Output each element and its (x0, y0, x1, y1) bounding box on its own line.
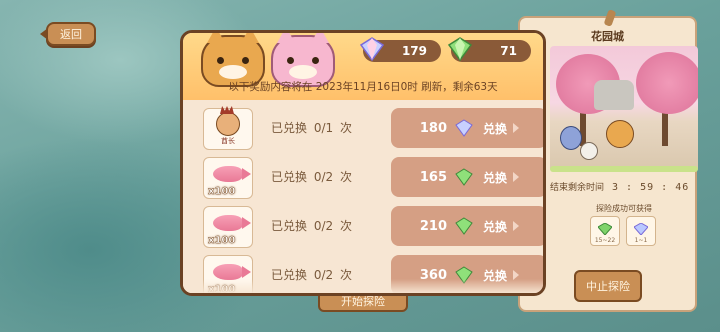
arrow-right-icon (513, 221, 520, 231)
fish-icon (213, 166, 251, 182)
chief-icon (216, 112, 240, 136)
arrow-right-icon (513, 172, 520, 182)
item-slot[interactable]: x100 (203, 206, 253, 248)
reward-slot: 15~22 (590, 216, 620, 246)
exchange-list: 酋长 已兑换 0/1 次 180 兑换 x100 已兑换 0/2 次 165 兑… (183, 100, 543, 293)
arrow-right-icon (513, 123, 520, 133)
redeem-button[interactable]: 165 兑换 (391, 157, 543, 197)
rainbow-gem-icon (455, 119, 473, 137)
stop-expedition-button[interactable]: 中止探险 (574, 270, 642, 302)
green-gem-icon (455, 217, 473, 235)
item-slot[interactable]: x100 (203, 157, 253, 199)
redeem-status: 已兑换 0/2 次 (271, 219, 352, 233)
reward-slot: 1~1 (626, 216, 656, 246)
rainbow-gem-icon (634, 223, 648, 235)
green-gem-icon (598, 223, 612, 235)
green-gem-icon (447, 37, 473, 62)
exchange-dialog: 179 71 以下奖励内容将在 2023年11月16日0时 刷新，剩余63天 酋… (180, 30, 546, 296)
reward-caption: 探险成功可获得 (596, 204, 652, 213)
redeem-button[interactable]: 210 兑换 (391, 206, 543, 246)
list-item: x100 已兑换 0/2 次 165 兑换 (201, 155, 543, 199)
redeem-status: 已兑换 0/1 次 (271, 121, 352, 135)
refresh-notice: 以下奖励内容将在 2023年11月16日0时 刷新，剩余63天 (228, 81, 498, 93)
fish-icon (213, 215, 251, 231)
redeem-status: 已兑换 0/2 次 (271, 170, 352, 184)
location-scene (550, 46, 698, 172)
back-button[interactable]: 返回 (40, 22, 96, 46)
list-item: x100 已兑换 0/2 次 210 兑换 (201, 204, 543, 248)
expedition-progress-bar (550, 166, 698, 172)
redeem-button[interactable]: 180 兑换 (391, 108, 543, 148)
fish-icon (213, 264, 251, 280)
item-slot[interactable]: 酋长 (203, 108, 253, 150)
list-item: 酋长 已兑换 0/1 次 180 兑换 (201, 106, 543, 150)
location-title: 花园城 (591, 30, 624, 43)
dialog-header: 179 71 以下奖励内容将在 2023年11月16日0时 刷新，剩余63天 (183, 33, 543, 100)
rainbow-gem-icon (359, 37, 385, 62)
timer: 结束剩余时间 3 : 59 : 46 (550, 182, 690, 193)
scroll-fade (183, 279, 543, 293)
green-gem-icon (455, 168, 473, 186)
